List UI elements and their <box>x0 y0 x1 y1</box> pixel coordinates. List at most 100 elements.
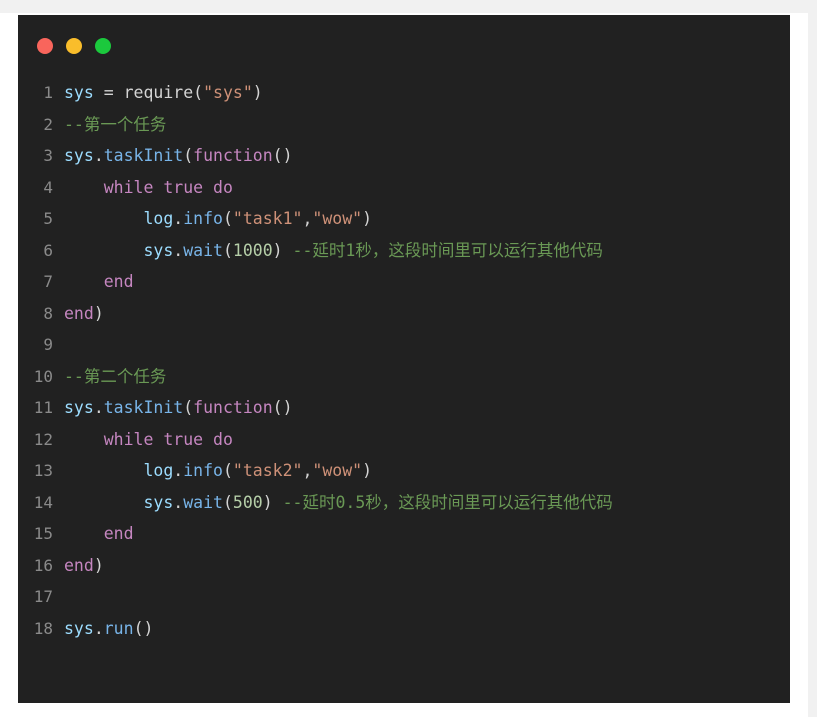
code-token: . <box>93 146 104 165</box>
code-token: "wow" <box>312 461 363 480</box>
line-code: log.info("task2","wow") <box>64 455 372 487</box>
line-number: 6 <box>43 240 53 260</box>
line-number: 13 <box>33 461 53 480</box>
code-token: ( <box>222 240 233 260</box>
code-token: ( <box>193 83 204 102</box>
code-line[interactable]: 6 sys.wait(1000) --延时1秒，这段时间里可以运行其他代码 <box>18 235 790 267</box>
line-code: sys.taskInit(function() <box>64 392 293 424</box>
code-token: while <box>103 429 154 449</box>
line-number: 7 <box>43 272 53 291</box>
code-line[interactable]: 9 <box>18 329 790 361</box>
code-line[interactable]: 3 sys.taskInit(function() <box>18 140 790 172</box>
code-line[interactable]: 13 log.info("task2","wow") <box>18 455 790 487</box>
code-content[interactable]: 1 sys = require("sys") 2 --第一个任务 3 sys.taskIn… <box>18 77 790 644</box>
line-number: 16 <box>33 555 53 575</box>
code-token: () <box>133 618 154 638</box>
code-token: ( <box>222 461 233 480</box>
line-number: 2 <box>43 114 53 134</box>
code-line[interactable]: 10 --第二个任务 <box>18 361 790 393</box>
code-line[interactable]: 12 while true do <box>18 424 790 456</box>
code-line[interactable]: 7 end <box>18 266 790 298</box>
code-line[interactable]: 18 sys.run() <box>18 613 790 645</box>
line-number: 5 <box>43 209 53 228</box>
line-code: --第一个任务 <box>64 109 166 141</box>
code-token: true <box>163 429 204 449</box>
line-number: 8 <box>43 303 53 323</box>
code-token: require <box>123 83 194 102</box>
code-token: end <box>64 303 94 323</box>
code-token: , <box>302 461 313 480</box>
code-line[interactable]: 8 end) <box>18 298 790 330</box>
line-code: while true do <box>64 424 233 456</box>
line-code: sys.wait(1000) --延时1秒，这段时间里可以运行其他代码 <box>64 235 603 267</box>
line-number: 18 <box>33 618 53 638</box>
code-token: end <box>64 555 94 575</box>
code-token: sys <box>64 146 94 165</box>
line-number: 3 <box>43 146 53 165</box>
code-token: "wow" <box>312 209 363 228</box>
code-token: --延时1秒，这段时间里可以运行其他代码 <box>292 240 603 260</box>
code-token: wait <box>183 240 223 260</box>
code-line[interactable]: 14 sys.wait(500) --延时0.5秒，这段时间里可以运行其他代码 <box>18 487 790 519</box>
code-token: . <box>173 461 184 480</box>
code-token: sys <box>64 398 94 417</box>
code-token: ) <box>262 492 273 512</box>
line-code: end <box>64 266 134 298</box>
code-line[interactable]: 16 end) <box>18 550 790 582</box>
code-token: info <box>183 209 223 228</box>
code-line[interactable]: 5 log.info("task1","wow") <box>18 203 790 235</box>
code-token: sys <box>64 83 94 102</box>
code-token: taskInit <box>103 398 184 417</box>
code-line[interactable]: 11 sys.taskInit(function() <box>18 392 790 424</box>
code-token: . <box>173 209 184 228</box>
code-token: while <box>103 177 154 197</box>
code-line[interactable]: 2 --第一个任务 <box>18 109 790 141</box>
code-token: , <box>302 209 313 228</box>
maximize-button[interactable] <box>95 38 111 54</box>
line-number: 17 <box>33 587 53 606</box>
code-token: end <box>103 524 134 543</box>
line-number: 1 <box>43 83 53 102</box>
code-line[interactable]: 17 <box>18 581 790 613</box>
code-token: ) <box>252 83 263 102</box>
code-token: "sys" <box>203 83 253 102</box>
code-token: sys <box>143 492 174 512</box>
code-line[interactable]: 4 while true do <box>18 172 790 204</box>
line-number: 11 <box>33 398 53 417</box>
code-token: sys <box>143 240 174 260</box>
code-line[interactable]: 15 end <box>18 518 790 550</box>
line-code: sys = require("sys") <box>64 77 263 109</box>
code-token: ) <box>362 209 373 228</box>
code-token: ) <box>93 555 104 575</box>
code-token: ) <box>272 240 283 260</box>
code-token: --第二个任务 <box>64 366 167 386</box>
code-token: ( <box>183 398 194 417</box>
line-code: sys.run() <box>64 613 153 645</box>
code-token: ) <box>93 303 104 323</box>
line-number: 10 <box>33 366 53 386</box>
minimize-button[interactable] <box>66 38 82 54</box>
line-code: --第二个任务 <box>64 361 166 393</box>
code-token: taskInit <box>103 146 184 165</box>
line-code: sys.wait(500) --延时0.5秒，这段时间里可以运行其他代码 <box>64 487 612 519</box>
line-number: 4 <box>43 177 53 197</box>
code-token: end <box>103 272 134 291</box>
code-line[interactable]: 1 sys = require("sys") <box>18 77 790 109</box>
code-token: . <box>93 618 104 638</box>
line-number: 14 <box>33 492 53 512</box>
line-code: while true do <box>64 172 233 204</box>
line-code: end) <box>64 298 104 330</box>
close-button[interactable] <box>37 38 53 54</box>
code-token: ( <box>183 146 194 165</box>
